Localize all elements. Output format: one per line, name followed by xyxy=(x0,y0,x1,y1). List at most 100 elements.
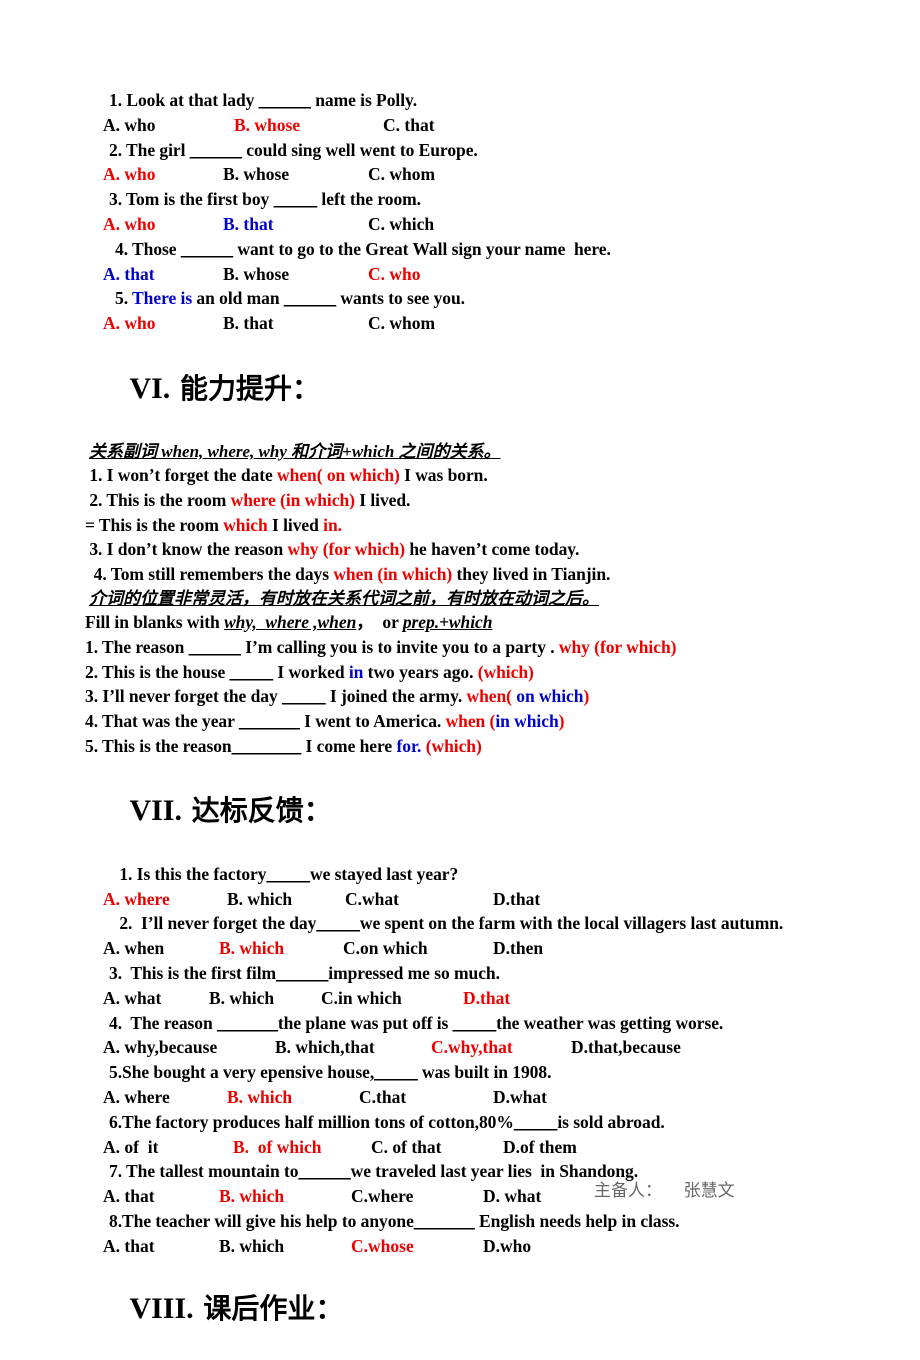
section-vi-examples: 1. I won’t forget the date when( on whic… xyxy=(85,463,863,587)
fill-vi-4-run-2: I come here xyxy=(301,735,397,756)
question-v-stem-1-run-1: ______ xyxy=(189,139,242,160)
fill-vi-1-run-3: in xyxy=(348,661,364,682)
question-vii-stem-7-run-2: English needs help in class. xyxy=(474,1210,680,1231)
option-choice[interactable]: B. whose xyxy=(223,162,289,187)
option-choice[interactable]: C.whose xyxy=(351,1234,414,1259)
question-vii-stem-5-run-2: is sold abroad. xyxy=(557,1111,665,1132)
option-choice[interactable]: D.then xyxy=(493,936,543,961)
option-choice[interactable]: B. which xyxy=(209,986,274,1011)
option-row: A. when B. which C.on which D.then xyxy=(103,936,863,961)
option-choice[interactable]: C.in which xyxy=(321,986,402,1011)
question-v-stem: 3. Tom is the first boy _____ left the r… xyxy=(103,187,863,212)
option-choice[interactable]: B. which,that xyxy=(275,1035,375,1060)
option-row: A. that B. which C.where D. what xyxy=(103,1184,863,1209)
option-row: A. that B. which C.whose D.who xyxy=(103,1234,863,1259)
heading-section-vi: VI. 能力提升： xyxy=(85,338,863,440)
option-choice[interactable]: B. which xyxy=(219,1234,284,1259)
option-choice[interactable]: D.who xyxy=(483,1234,531,1259)
question-vii-stem-6-run-0: 7. The tallest mountain to xyxy=(109,1161,299,1182)
question-vii-stem-4-run-1: _____ xyxy=(374,1062,418,1083)
fill-vi-1-run-1: _____ xyxy=(229,661,274,682)
option-choice[interactable]: C.on which xyxy=(343,936,428,961)
question-vii-stem-5-run-1: _____ xyxy=(513,1111,558,1132)
option-choice[interactable]: A. what xyxy=(103,986,161,1011)
question-vii-stem: 4. The reason _______the plane was put o… xyxy=(103,1011,863,1036)
option-choice[interactable]: B. which xyxy=(219,936,284,961)
example-vi-line: 3. I don’t know the reason why (for whic… xyxy=(85,537,863,562)
option-choice[interactable]: B. which xyxy=(227,887,292,912)
option-choice[interactable]: A. that xyxy=(103,1234,155,1259)
fill-vi-0-run-2: I’m calling you is to invite you to a pa… xyxy=(240,636,559,657)
option-choice[interactable]: B. that xyxy=(223,311,274,336)
question-v-stem-4-run-2: an old man xyxy=(192,288,284,309)
option-choice[interactable]: A. where xyxy=(103,887,170,912)
option-choice[interactable]: B. whose xyxy=(223,262,289,287)
option-choice[interactable]: A. where xyxy=(103,1085,170,1110)
option-choice[interactable]: C. that xyxy=(383,113,435,138)
option-choice[interactable]: A. who xyxy=(103,113,156,138)
option-choice[interactable]: D.that,because xyxy=(571,1035,681,1060)
option-choice[interactable]: C. whom xyxy=(368,162,435,187)
option-choice[interactable]: A. when xyxy=(103,936,164,961)
note-vi-wrap: 介词的位置非常灵活，有时放在关系代词之前，有时放在动词之后。 xyxy=(89,587,863,610)
fill-instruction-mid: ， or xyxy=(356,611,403,632)
option-choice[interactable]: B. of which xyxy=(233,1135,321,1160)
question-vii-stem: 7. The tallest mountain to______we trave… xyxy=(103,1159,863,1184)
option-choice[interactable]: C. whom xyxy=(368,311,435,336)
question-vii-stem-2-run-2: impressed me so much. xyxy=(328,962,500,983)
option-choice[interactable]: D.of them xyxy=(503,1135,577,1160)
option-choice[interactable]: B. which xyxy=(227,1085,292,1110)
option-choice[interactable]: A. who xyxy=(103,311,156,336)
fill-vi-1-run-0: 2. This is the house xyxy=(85,661,230,682)
fill-vi-1-run-4: two years ago. xyxy=(363,661,478,682)
example-vi-3-run-1: why (for which) xyxy=(287,539,406,560)
question-vii-stem-3-run-2: the plane was put off is xyxy=(277,1012,453,1033)
fill-vi-3-run-3: when ( xyxy=(445,711,496,732)
option-choice[interactable]: C.that xyxy=(359,1085,406,1110)
question-vii-stem-2-run-1: ______ xyxy=(276,962,329,983)
example-vi-line: 1. I won’t forget the date when( on whic… xyxy=(85,463,863,488)
option-choice[interactable]: B. that xyxy=(223,212,274,237)
option-choice[interactable]: D.what xyxy=(493,1085,547,1110)
option-choice[interactable]: D. what xyxy=(483,1184,541,1209)
footer-author: 主备人： 张慧文 xyxy=(594,1181,735,1201)
fill-vi-2-run-0: 3. I’ll never forget the day xyxy=(85,686,283,707)
option-choice[interactable]: D.that xyxy=(463,986,510,1011)
option-choice[interactable]: B. whose xyxy=(234,113,300,138)
fill-instruction-underline-1: why, where ,when xyxy=(224,611,357,632)
fill-vi-2-run-4: on which xyxy=(516,686,584,707)
option-choice[interactable]: A. why,because xyxy=(103,1035,217,1060)
option-choice[interactable]: A. who xyxy=(103,212,156,237)
option-choice[interactable]: C. who xyxy=(368,262,421,287)
option-choice[interactable]: B. which xyxy=(219,1184,284,1209)
heading-vii-cjk: 达标反馈： xyxy=(181,793,332,827)
question-v-stem: 1. Look at that lady ______ name is Poll… xyxy=(103,88,863,113)
question-vii-stem-0-run-1: _____ xyxy=(266,863,310,884)
option-choice[interactable]: A. that xyxy=(103,1184,155,1209)
option-row: A. why,because B. which,that C.why,that D.t… xyxy=(103,1035,863,1060)
example-vi-1-run-2: I lived. xyxy=(354,489,411,510)
question-vii-stem: 3. This is the first film______impressed… xyxy=(103,961,863,986)
question-vii-stem-2-run-0: 3. This is the first film xyxy=(109,962,277,983)
option-choice[interactable]: C.why,that xyxy=(431,1035,513,1060)
fill-instruction-underline-2: prep.+which xyxy=(402,611,493,632)
fill-vi-2-run-2: I joined the army. xyxy=(325,686,467,707)
option-choice[interactable]: A. of it xyxy=(103,1135,158,1160)
option-row: A. where B. which C.what D.that xyxy=(103,887,863,912)
option-choice[interactable]: A. who xyxy=(103,162,156,187)
question-vii-stem: 6.The factory produces half million tons… xyxy=(103,1110,863,1135)
fill-vi-0-run-1: ______ xyxy=(188,636,241,657)
question-vii-stem-3-run-4: the weather was getting worse. xyxy=(496,1012,724,1033)
question-v-stem-1-run-2: could sing well went to Europe. xyxy=(241,139,478,160)
fill-instruction-prefix: Fill in blanks with xyxy=(85,611,225,632)
option-choice[interactable]: C.what xyxy=(345,887,399,912)
example-vi-0-run-0: 1. I won’t forget the date xyxy=(85,464,278,485)
question-v-stem-3-run-1: ______ xyxy=(180,238,234,259)
option-choice[interactable]: C.where xyxy=(351,1184,413,1209)
option-choice[interactable]: C. which xyxy=(368,212,434,237)
example-vi-2-run-0: = This is the room xyxy=(85,514,224,535)
question-v-stem-0-run-1: ______ xyxy=(258,90,311,110)
option-choice[interactable]: D.that xyxy=(493,887,540,912)
option-choice[interactable]: A. that xyxy=(103,262,155,287)
option-choice[interactable]: C. of that xyxy=(371,1135,441,1160)
